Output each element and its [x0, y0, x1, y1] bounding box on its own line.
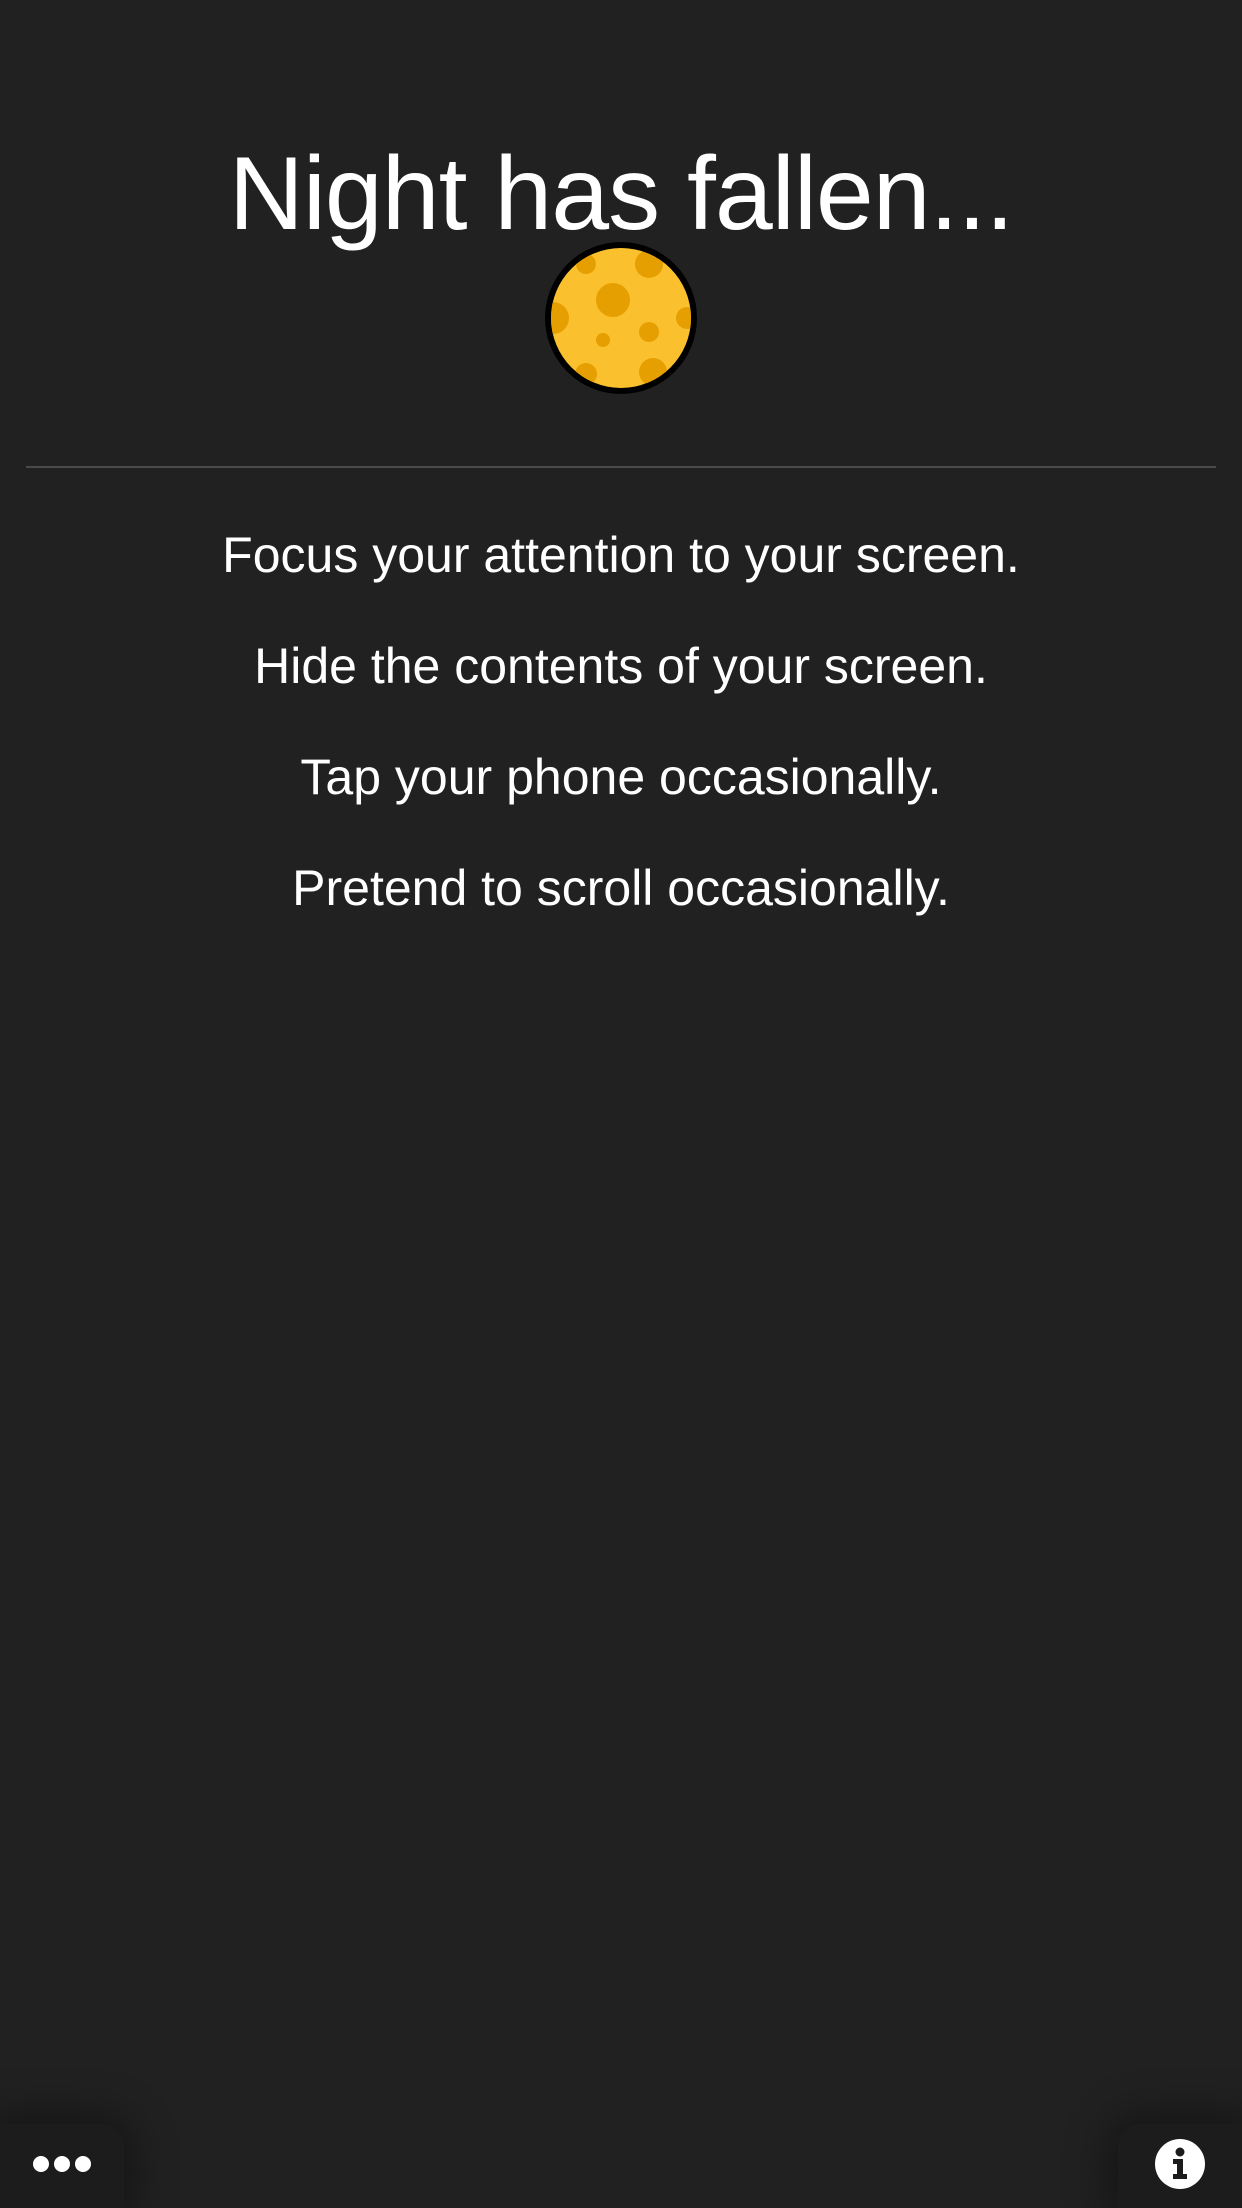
instruction-list: Focus your attention to your screen. Hid…: [0, 522, 1242, 966]
info-button[interactable]: [1118, 2124, 1242, 2208]
instruction-item: Tap your phone occasionally.: [300, 749, 942, 805]
moon-icon: [541, 238, 701, 398]
instruction-item: Focus your attention to your screen.: [222, 527, 1020, 583]
menu-button[interactable]: [0, 2124, 124, 2208]
more-dots-icon: [32, 2154, 92, 2179]
instruction-item: Pretend to scroll occasionally.: [292, 860, 950, 916]
instruction-item: Hide the contents of your screen.: [254, 638, 988, 694]
info-icon: [1154, 2138, 1206, 2195]
divider: [26, 466, 1216, 468]
